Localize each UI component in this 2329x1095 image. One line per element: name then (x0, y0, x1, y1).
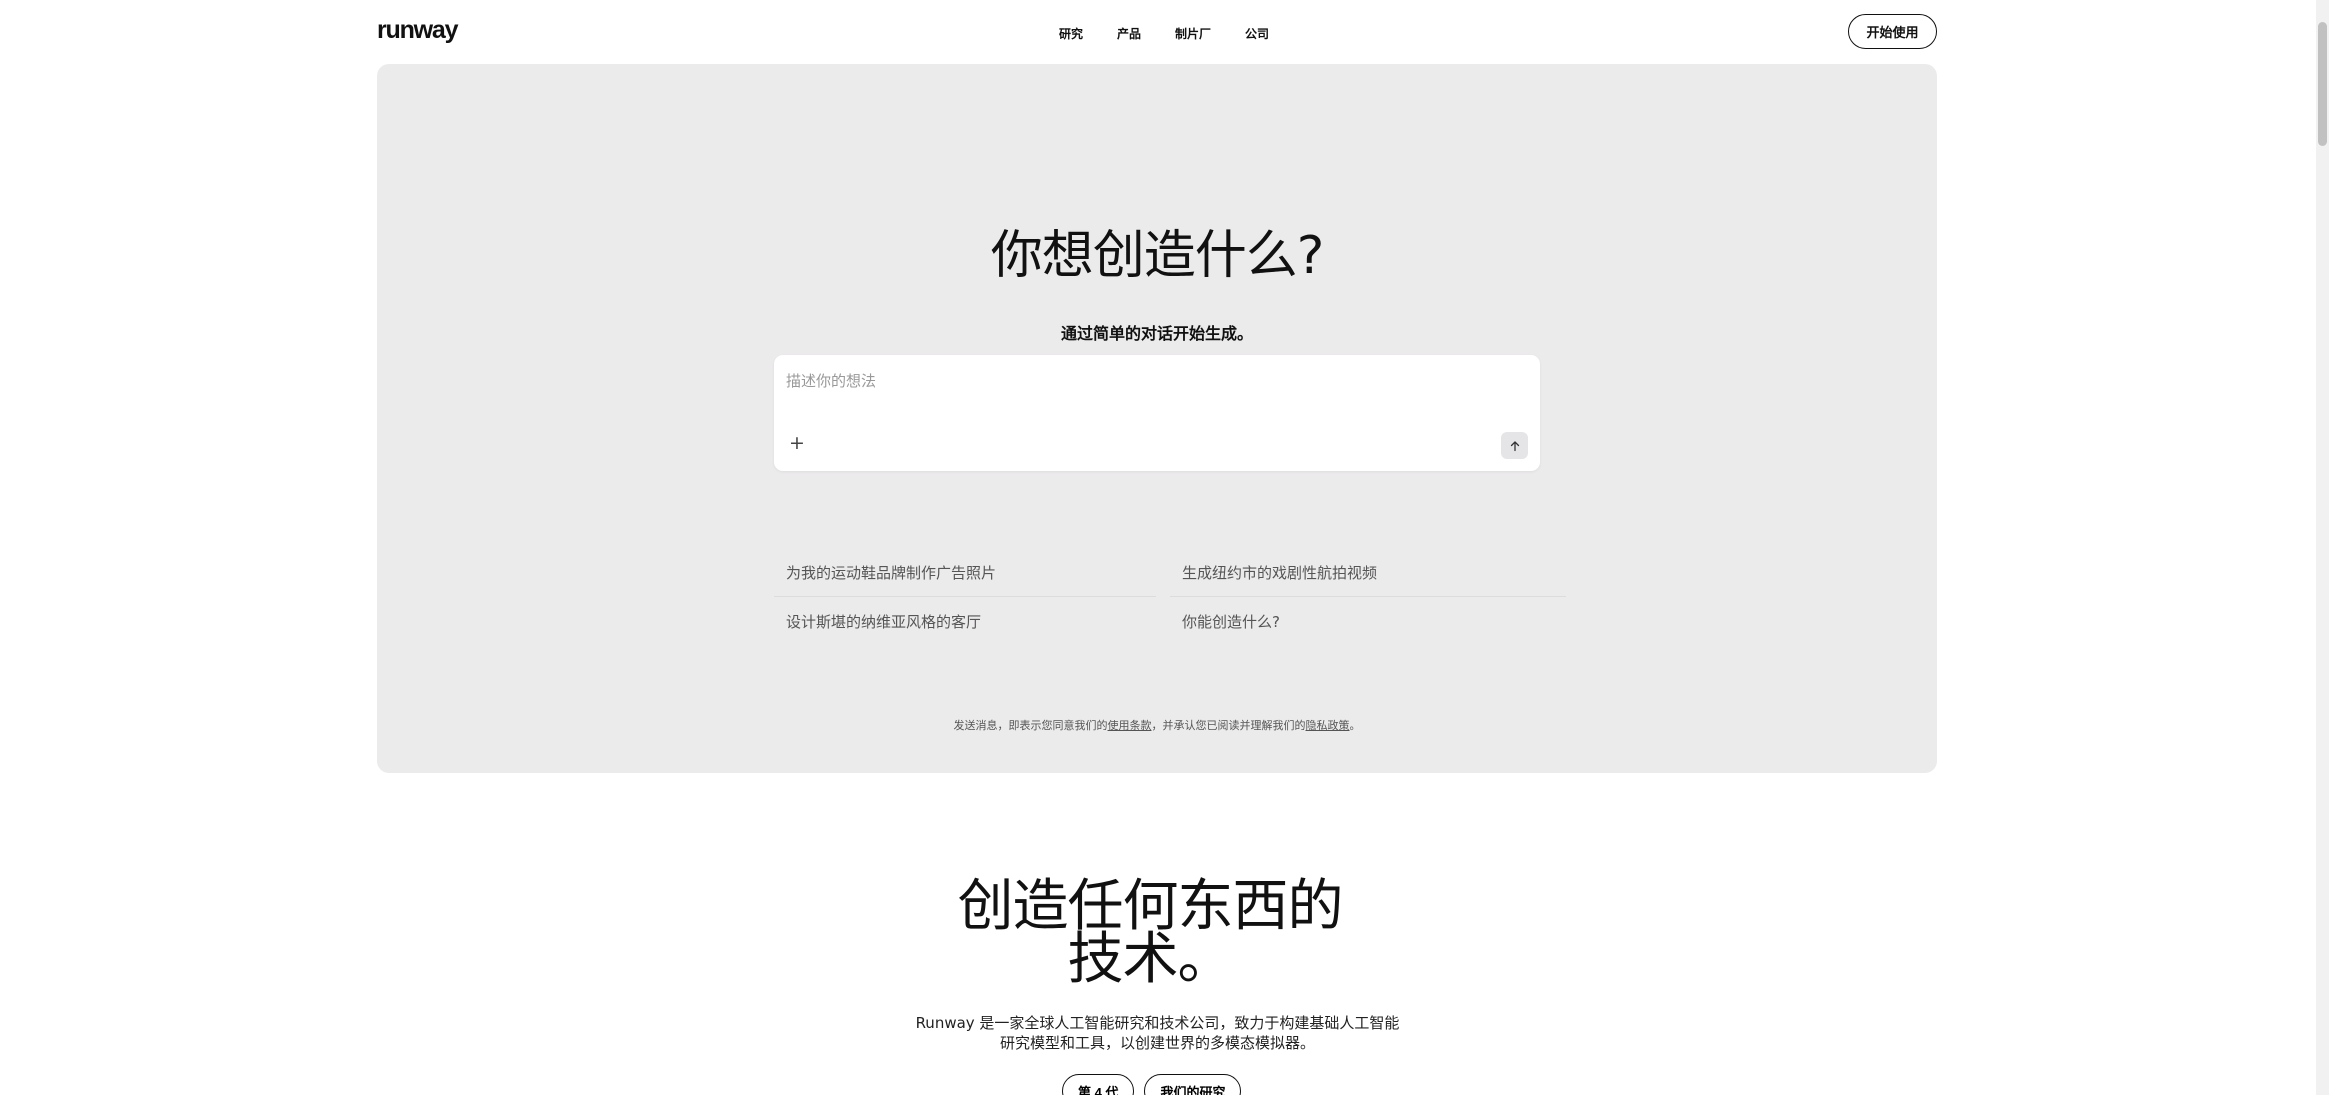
section-title: 创造任何东西的 技术。 (900, 874, 1400, 992)
main-nav: 研究 产品 制片厂 公司 (1059, 25, 1269, 42)
section-description-line: Runway 是一家全球人工智能研究和技术公司，致力于构建基础人工智能 (915, 1014, 1400, 1032)
section-description-line: 研究模型和工具，以创建世界的多模态模拟器。 (999, 1034, 1315, 1052)
site-header: runway 研究 产品 制片厂 公司 开始使用 (0, 0, 2316, 64)
plus-icon[interactable]: + (788, 434, 806, 453)
nav-item-research[interactable]: 研究 (1059, 25, 1083, 42)
privacy-policy-link[interactable]: 隐私政策 (1306, 719, 1350, 732)
suggestion-item[interactable]: 设计斯堪的纳维亚风格的客厅 (774, 597, 1170, 646)
our-research-button[interactable]: 我们的研究 (1144, 1074, 1242, 1095)
scrollbar-thumb[interactable] (2318, 22, 2327, 146)
suggestion-list: 为我的运动鞋品牌制作广告照片 生成纽约市的戏剧性航拍视频 设计斯堪的纳维亚风格的… (774, 548, 1566, 646)
hero-subtitle: 通过简单的对话开始生成。 (1060, 324, 1253, 343)
send-button[interactable] (1501, 432, 1528, 459)
get-started-button[interactable]: 开始使用 (1848, 14, 1937, 49)
nav-item-company[interactable]: 公司 (1245, 25, 1269, 42)
section-buttons: 第 4 代 我们的研究 (1062, 1074, 1242, 1095)
section-title-line: 技术。 (1067, 927, 1234, 992)
section-title-line: 创造任何东西的 (957, 874, 1344, 939)
runway-logo[interactable]: runway (377, 16, 459, 45)
terms-suffix: 。 (1349, 719, 1361, 732)
terms-middle: ，并承认您已阅读并理解我们的 (1151, 719, 1306, 732)
prompt-input[interactable] (786, 367, 1486, 395)
nav-item-products[interactable]: 产品 (1117, 25, 1141, 42)
hero-title: 你想创造什么? (990, 226, 1325, 286)
page: runway 研究 产品 制片厂 公司 开始使用 你想创造什么? 通过简单的对话… (0, 0, 2329, 1095)
arrow-up-icon (1510, 440, 1519, 451)
prompt-box: + (774, 355, 1540, 471)
nav-item-studios[interactable]: 制片厂 (1175, 25, 1211, 42)
terms-of-use-link[interactable]: 使用条款 (1108, 719, 1152, 732)
page-scrollbar[interactable] (2316, 0, 2329, 1095)
terms-prefix: 发送消息，即表示您同意我们的 (953, 719, 1108, 732)
suggestion-item[interactable]: 生成纽约市的戏剧性航拍视频 (1170, 548, 1566, 597)
terms-notice: 发送消息，即表示您同意我们的使用条款，并承认您已阅读并理解我们的隐私政策。 (377, 717, 1937, 733)
hero-section: 你想创造什么? 通过简单的对话开始生成。 + 为我的运动鞋品牌制作广告照片 生成… (377, 64, 1937, 773)
gen4-button[interactable]: 第 4 代 (1062, 1074, 1135, 1095)
suggestion-item[interactable]: 你能创造什么? (1170, 597, 1566, 646)
suggestion-item[interactable]: 为我的运动鞋品牌制作广告照片 (774, 548, 1156, 597)
section-description: Runway 是一家全球人工智能研究和技术公司，致力于构建基础人工智能 研究模型… (880, 1013, 1435, 1053)
